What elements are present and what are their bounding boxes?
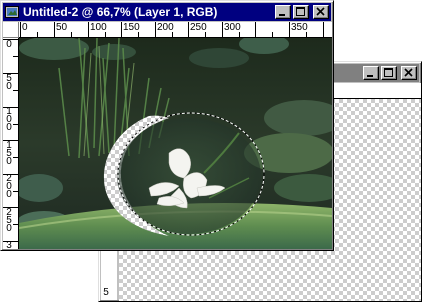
ruler-label: 3	[6, 240, 12, 250]
close-icon	[404, 68, 413, 77]
ruler-label: 150	[123, 22, 140, 33]
ruler-label: 200	[6, 173, 12, 200]
ruler-label: 0	[6, 39, 12, 50]
ruler-label: 250	[190, 22, 207, 33]
ruler-label: 200	[157, 22, 174, 33]
minimize-button[interactable]	[363, 66, 379, 80]
minimize-icon	[279, 14, 285, 16]
maximize-button[interactable]	[293, 5, 309, 19]
close-button[interactable]	[313, 5, 329, 19]
minimize-icon	[367, 75, 373, 77]
close-button[interactable]	[401, 66, 417, 80]
front-horizontal-ruler: 0 50 100 150 200 250 300 350	[19, 22, 332, 38]
ruler-label: 350	[291, 22, 308, 33]
ruler-label: 250	[6, 207, 12, 234]
ruler-label: 150	[6, 140, 12, 167]
photoshop-document-icon	[4, 5, 20, 19]
image-canvas[interactable]	[19, 38, 332, 249]
maximize-button[interactable]	[381, 66, 397, 80]
ruler-label: 50	[56, 22, 68, 33]
front-vertical-ruler: 0 50 100 150 200 250 3	[3, 38, 19, 249]
front-document-window[interactable]: Untitled-2 @ 66,7% (Layer 1, RGB) 0 50 1…	[0, 0, 334, 251]
ruler-label: 100	[90, 22, 107, 33]
front-window-titlebar[interactable]: Untitled-2 @ 66,7% (Layer 1, RGB)	[3, 3, 331, 21]
ruler-label: 300	[224, 22, 241, 33]
maximize-icon	[296, 7, 305, 16]
ruler-origin-corner[interactable]	[3, 22, 19, 38]
maximize-icon	[384, 68, 393, 77]
close-icon	[316, 7, 325, 16]
minimize-button[interactable]	[275, 5, 291, 19]
water-lily-photo	[19, 38, 332, 249]
ruler-label: 5	[103, 287, 109, 298]
ruler-label: 0	[22, 22, 28, 33]
window-title: Untitled-2 @ 66,7% (Layer 1, RGB)	[23, 5, 218, 19]
ruler-label: 100	[6, 106, 12, 133]
ruler-label: 50	[6, 73, 12, 92]
